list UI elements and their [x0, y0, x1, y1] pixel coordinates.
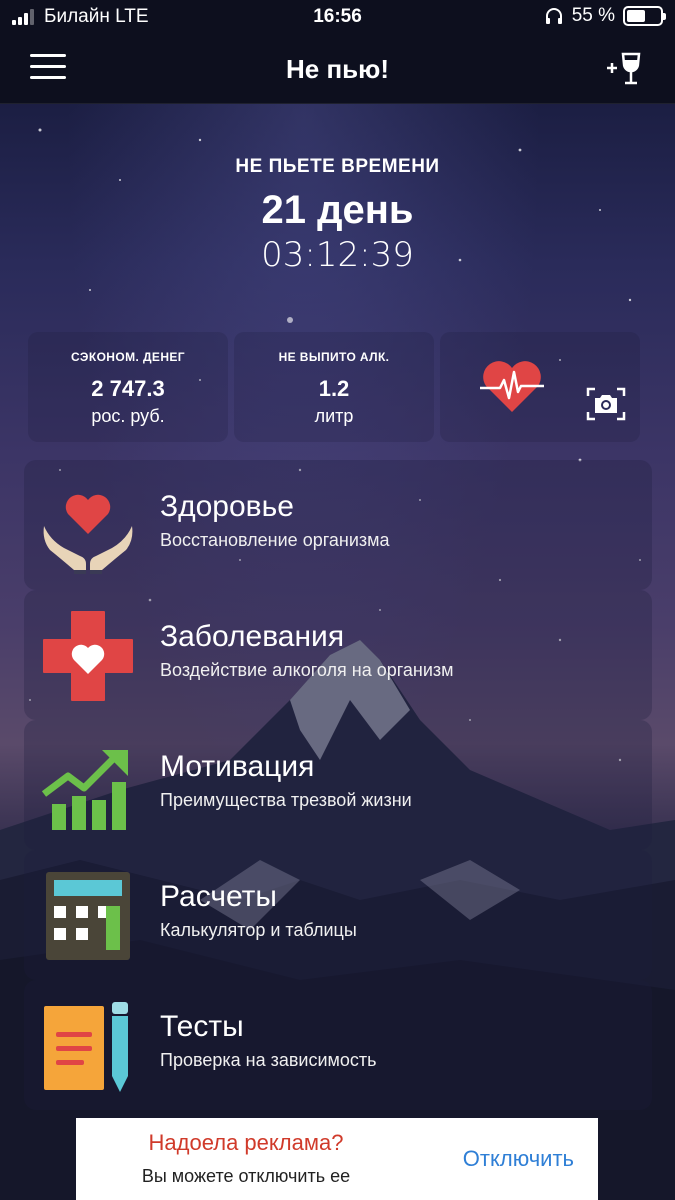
timer-clock: 03:12:39 [261, 235, 414, 275]
heart-ecg-icon[interactable] [480, 358, 544, 414]
alcohol-avoided-unit: литр [314, 406, 354, 426]
notepad-pencil-icon [44, 1002, 128, 1092]
page-title: Не пью! [285, 54, 389, 84]
alcohol-avoided-label: НЕ ВЫПИТО АЛК. [278, 350, 390, 364]
menu-item-title: Заболевания [160, 620, 345, 653]
sobriety-timer: НЕ ПЬЕТЕ ВРЕМЕНИ 21 день 03:12:39 [0, 156, 675, 275]
menu-item-title: Расчеты [160, 880, 277, 913]
alcohol-avoided-value: 1.2 [318, 376, 350, 401]
ad-title: Надоела реклама? [148, 1130, 344, 1155]
menu-item-subtitle: Воздействие алкоголя на организм [160, 660, 454, 680]
status-bar: Билайн LTE 16:56 55 % [0, 0, 675, 34]
stats-panel: СЭКОНОМ. ДЕНЕГ 2 747.3 рос. руб. НЕ ВЫПИ… [28, 332, 650, 442]
timer-days: 21 день [261, 188, 414, 232]
calculator-icon [46, 872, 130, 960]
status-right: 55 % [544, 5, 666, 27]
disable-ads-button[interactable]: Отключить [463, 1146, 574, 1172]
menu-item-title: Мотивация [160, 750, 315, 783]
menu-item-title: Здоровье [160, 490, 294, 523]
menu-item-title: Тесты [160, 1010, 244, 1043]
menu-item-diseases[interactable]: Заболевания Воздействие алкоголя на орга… [24, 590, 652, 720]
money-saved-unit: рос. руб. [91, 406, 165, 426]
growth-chart-icon [41, 750, 128, 830]
money-saved-value: 2 747.3 [91, 376, 165, 401]
ad-banner: Надоела реклама? Вы можете отключить ее … [76, 1118, 598, 1200]
menu-item-subtitle: Восстановление организма [160, 530, 390, 550]
nav-bar: Не пью! [0, 34, 675, 104]
heart-in-hands-icon [43, 494, 133, 574]
menu-item-motivation[interactable]: Мотивация Преимущества трезвой жизни [24, 720, 652, 850]
battery-percent: 55 % [571, 5, 615, 26]
ad-text: Вы можете отключить ее [141, 1166, 351, 1186]
menu-item-health[interactable]: Здоровье Восстановление организма [24, 460, 652, 590]
money-saved-label: СЭКОНОМ. ДЕНЕГ [71, 350, 185, 364]
add-wine-glass-icon[interactable] [605, 50, 645, 88]
alcohol-avoided-stat: НЕ ВЫПИТО АЛК. 1.2 литр [234, 332, 434, 442]
money-saved-stat: СЭКОНОМ. ДЕНЕГ 2 747.3 рос. руб. [28, 332, 228, 442]
menu-list: Здоровье Восстановление организма Заболе… [24, 460, 652, 1110]
headphones-icon [545, 8, 562, 24]
menu-item-subtitle: Калькулятор и таблицы [160, 920, 357, 940]
menu-item-calculations[interactable]: Расчеты Калькулятор и таблицы [24, 850, 652, 980]
battery-icon [623, 6, 666, 26]
medical-cross-heart-icon [43, 611, 133, 701]
menu-item-subtitle: Проверка на зависимость [160, 1050, 377, 1070]
menu-item-tests[interactable]: Тесты Проверка на зависимость [24, 980, 652, 1110]
camera-icon[interactable] [586, 386, 626, 422]
menu-item-subtitle: Преимущества трезвой жизни [160, 790, 412, 810]
timer-label: НЕ ПЬЕТЕ ВРЕМЕНИ [235, 156, 440, 177]
battery-fill [627, 10, 645, 22]
